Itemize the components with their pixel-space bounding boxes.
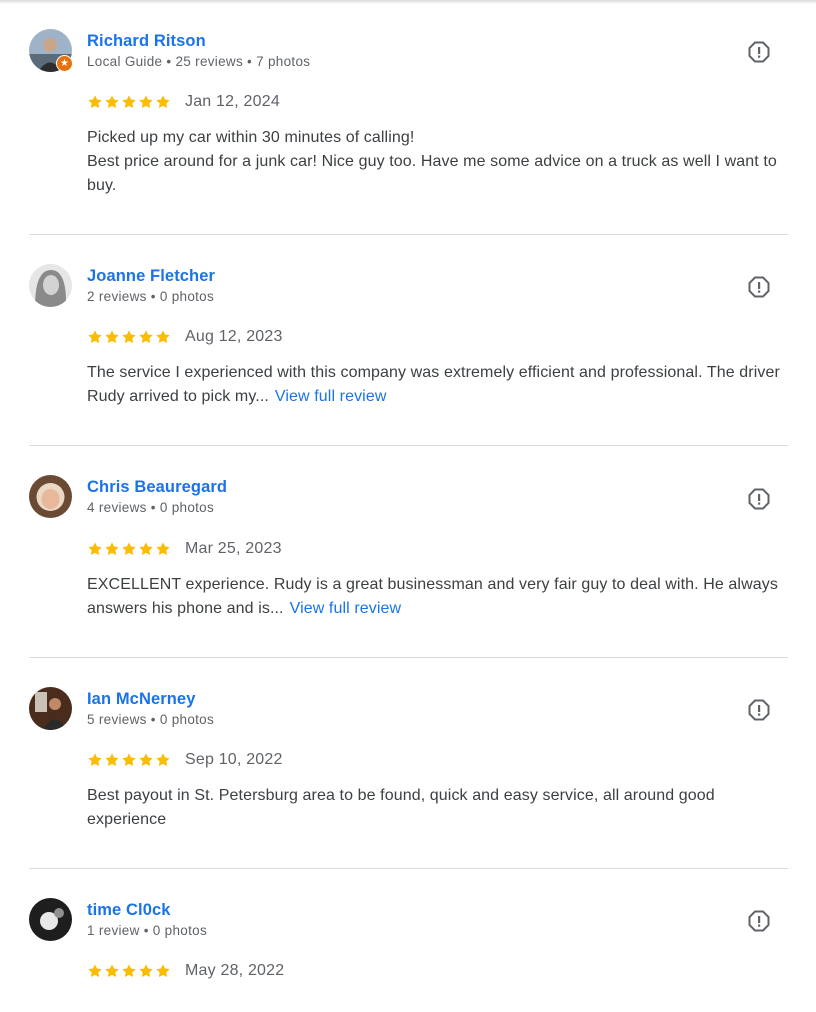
rating-stars [87, 541, 171, 557]
star-icon [139, 95, 153, 109]
review-text-line: Picked up my car within 30 minutes of ca… [87, 129, 415, 146]
avatar[interactable] [29, 898, 72, 941]
star-icon [122, 964, 136, 978]
rating-stars [87, 963, 171, 979]
star-icon [88, 753, 102, 767]
star-icon [105, 95, 119, 109]
star-icon [156, 542, 170, 556]
avatar[interactable] [29, 264, 72, 307]
star-icon [156, 964, 170, 978]
review-text: EXCELLENT experience. Rudy is a great bu… [87, 573, 787, 621]
reviewer-meta: 1 review • 0 photos [87, 923, 207, 938]
divider [29, 234, 788, 235]
star-icon [105, 964, 119, 978]
divider [29, 657, 788, 658]
review-date: May 28, 2022 [185, 962, 285, 979]
local-guide-badge-icon: ★ [56, 55, 73, 72]
report-icon[interactable] [748, 699, 770, 721]
reviewer-meta: 4 reviews • 0 photos [87, 500, 215, 515]
reviewer-name[interactable]: Chris Beauregard [87, 478, 227, 497]
top-shadow [0, 0, 816, 4]
divider [29, 868, 788, 869]
rating-stars [87, 752, 171, 768]
star-icon [139, 964, 153, 978]
report-icon[interactable] [748, 488, 770, 510]
star-icon [88, 95, 102, 109]
reviewer-meta: 5 reviews • 0 photos [87, 712, 215, 727]
review-date: Aug 12, 2023 [185, 328, 283, 345]
star-icon [88, 964, 102, 978]
star-icon [88, 330, 102, 344]
reviewer-name[interactable]: Richard Ritson [87, 32, 206, 51]
star-icon [122, 542, 136, 556]
reviewer-name[interactable]: Ian McNerney [87, 690, 196, 709]
reviewer-name[interactable]: Joanne Fletcher [87, 267, 215, 286]
star-icon [156, 95, 170, 109]
star-icon [105, 542, 119, 556]
rating-stars [87, 329, 171, 345]
review-text-line: Best price around for a junk car! Nice g… [87, 153, 777, 194]
review-text: Picked up my car within 30 minutes of ca… [87, 126, 787, 198]
star-icon [156, 330, 170, 344]
review-text-content: EXCELLENT experience. Rudy is a great bu… [87, 576, 778, 617]
view-full-review-link[interactable]: View full review [290, 600, 402, 617]
reviewer-meta: 2 reviews • 0 photos [87, 289, 215, 304]
review-text-content: The service I experienced with this comp… [87, 364, 780, 405]
star-icon [139, 542, 153, 556]
report-icon[interactable] [748, 41, 770, 63]
view-full-review-link[interactable]: View full review [275, 388, 387, 405]
avatar[interactable] [29, 687, 72, 730]
star-icon [105, 753, 119, 767]
review-text: Best payout in St. Petersburg area to be… [87, 787, 715, 828]
star-icon [139, 330, 153, 344]
star-icon [139, 753, 153, 767]
review-text: The service I experienced with this comp… [87, 361, 787, 409]
review-date: Sep 10, 2022 [185, 751, 283, 768]
reviewer-meta: Local Guide • 25 reviews • 7 photos [87, 54, 311, 69]
star-icon [122, 330, 136, 344]
star-icon [156, 753, 170, 767]
star-icon [122, 95, 136, 109]
avatar[interactable] [29, 475, 72, 518]
divider [29, 445, 788, 446]
review-date: Mar 25, 2023 [185, 540, 282, 557]
review-date: Jan 12, 2024 [185, 93, 280, 110]
star-icon [122, 753, 136, 767]
reviewer-name[interactable]: time Cl0ck [87, 901, 171, 920]
star-icon [105, 330, 119, 344]
rating-stars [87, 94, 171, 110]
report-icon[interactable] [748, 910, 770, 932]
report-icon[interactable] [748, 276, 770, 298]
star-icon [88, 542, 102, 556]
